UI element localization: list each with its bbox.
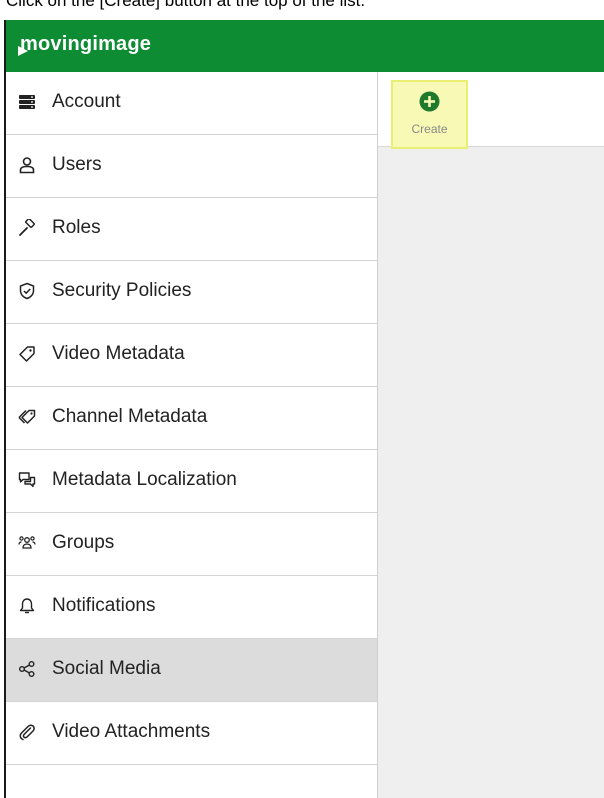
paperclip-icon bbox=[18, 723, 36, 741]
server-icon bbox=[18, 93, 36, 111]
sidebar-item-video-metadata[interactable]: Video Metadata bbox=[6, 324, 377, 387]
sidebar-item-notifications[interactable]: Notifications bbox=[6, 576, 377, 639]
create-button-label: Create bbox=[411, 122, 448, 136]
sidebar-item-video-attachments[interactable]: Video Attachments bbox=[6, 702, 377, 765]
sidebar-item-label: Video Attachments bbox=[52, 721, 211, 742]
sidebar-item-label: Users bbox=[52, 154, 102, 175]
sidebar-item-label: Groups bbox=[52, 532, 115, 553]
sidebar-item-label: Security Policies bbox=[52, 280, 192, 301]
sidebar-item-groups[interactable]: Groups bbox=[6, 513, 377, 576]
plus-circle-icon bbox=[419, 91, 440, 112]
toolbar: Create bbox=[378, 72, 604, 149]
users-group-icon bbox=[18, 534, 36, 552]
sidebar-item-users[interactable]: Users bbox=[6, 135, 377, 198]
shield-check-icon bbox=[18, 282, 36, 300]
chat-bubbles-icon bbox=[18, 471, 36, 489]
sidebar-item-security-policies[interactable]: Security Policies bbox=[6, 261, 377, 324]
sidebar-item-label: Metadata Localization bbox=[52, 469, 237, 490]
sidebar-item-channel-metadata[interactable]: Channel Metadata bbox=[6, 387, 377, 450]
app-window: movingimage Account Users Roles Security… bbox=[4, 20, 604, 798]
create-button[interactable]: Create bbox=[391, 80, 468, 149]
sidebar-item-social-media[interactable]: Social Media bbox=[6, 639, 377, 702]
main-content: Create bbox=[378, 72, 604, 798]
user-icon bbox=[18, 156, 36, 174]
tag-icon bbox=[18, 345, 36, 363]
sidebar-item-label: Social Media bbox=[52, 658, 161, 679]
sidebar-item-metadata-localization[interactable]: Metadata Localization bbox=[6, 450, 377, 513]
tags-icon bbox=[18, 408, 36, 426]
gavel-icon bbox=[18, 219, 36, 237]
sidebar-item-roles[interactable]: Roles bbox=[6, 198, 377, 261]
sidebar-item-label: Roles bbox=[52, 217, 101, 238]
sidebar-item-label: Video Metadata bbox=[52, 343, 185, 364]
sidebar-item-account[interactable]: Account bbox=[6, 72, 377, 135]
bell-icon bbox=[18, 597, 36, 615]
sidebar-item-label: Channel Metadata bbox=[52, 406, 208, 427]
sidebar-nav: Account Users Roles Security Policies Vi bbox=[6, 72, 378, 798]
instruction-caption: Click on the [Create] button at the top … bbox=[6, 0, 366, 10]
sidebar-item-label: Notifications bbox=[52, 595, 156, 616]
app-header: movingimage bbox=[6, 20, 604, 72]
logo[interactable]: movingimage bbox=[20, 31, 151, 57]
sidebar-item-label: Account bbox=[52, 91, 121, 112]
share-icon bbox=[18, 660, 36, 678]
